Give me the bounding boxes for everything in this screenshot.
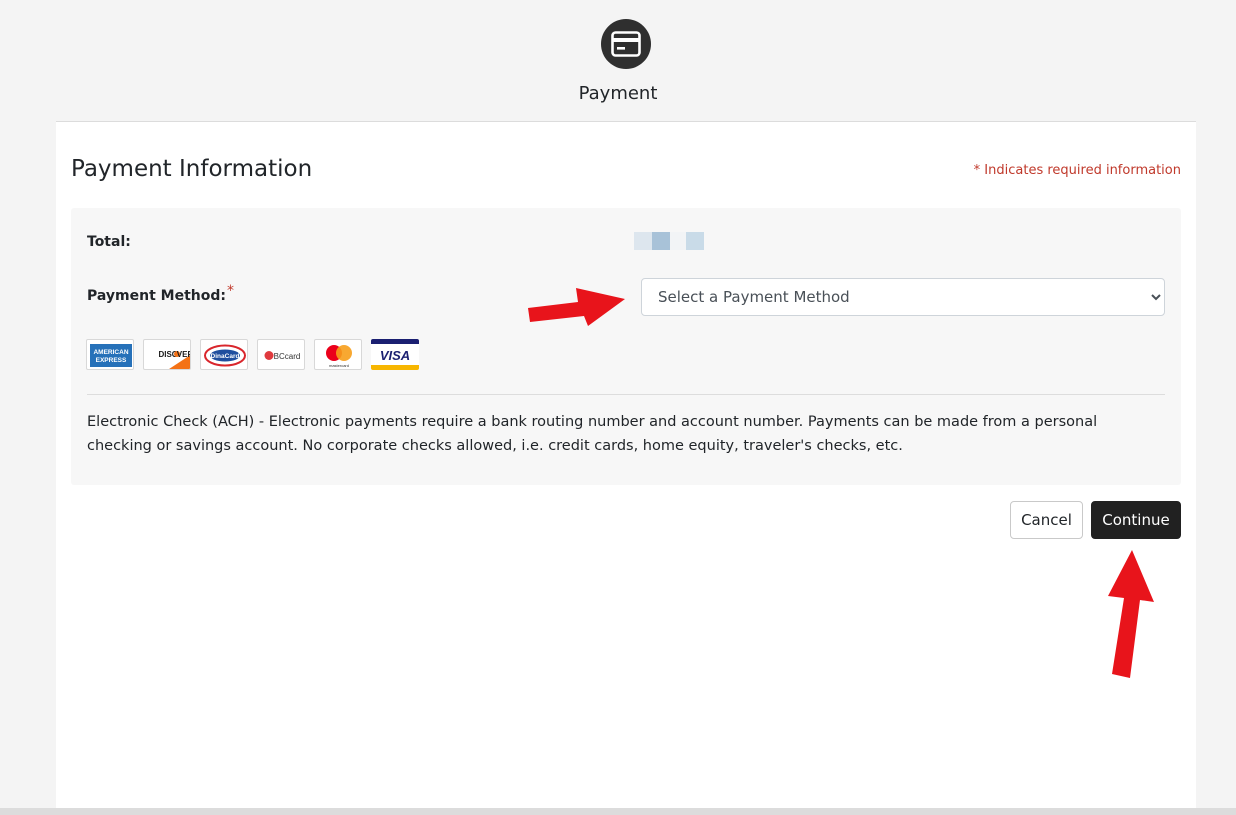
dinacard-logo: DinaCard	[200, 339, 248, 370]
credit-card-icon	[601, 19, 651, 69]
svg-text:BCcard: BCcard	[274, 352, 301, 361]
svg-text:DinaCard: DinaCard	[211, 353, 240, 360]
required-marker: *	[226, 283, 234, 299]
svg-text:AMERICAN: AMERICAN	[93, 349, 128, 356]
payment-card: Payment Information * Indicates required…	[56, 121, 1196, 812]
payment-panel: Total: Payment Method:* Select a Payment…	[71, 208, 1181, 485]
required-note: * Indicates required information	[973, 163, 1181, 178]
payment-method-label: Payment Method:*	[87, 283, 234, 304]
payment-method-label-text: Payment Method:	[87, 288, 226, 304]
bccard-logo: BCcard	[257, 339, 305, 370]
continue-button[interactable]: Continue	[1091, 501, 1181, 539]
annotation-arrow-right-icon	[528, 288, 625, 326]
american-express-logo: AMERICAN EXPRESS	[86, 339, 134, 370]
total-label: Total:	[87, 234, 131, 250]
ach-note: Electronic Check (ACH) - Electronic paym…	[87, 414, 1098, 454]
payment-method-select[interactable]: Select a Payment Method	[641, 278, 1165, 316]
cancel-button[interactable]: Cancel	[1010, 501, 1083, 539]
discover-logo: DISC VER	[143, 339, 191, 370]
step-label: Payment	[578, 83, 658, 104]
svg-text:VISA: VISA	[380, 348, 410, 363]
total-value-redacted	[634, 232, 706, 250]
svg-text:VER: VER	[177, 350, 191, 359]
bottom-bar	[0, 808, 1236, 815]
svg-text:EXPRESS: EXPRESS	[96, 357, 127, 364]
mastercard-logo: mastercard	[314, 339, 362, 370]
page-title: Payment Information	[71, 156, 313, 182]
step-header: Payment	[0, 0, 1236, 122]
annotation-arrow-up-icon	[1108, 550, 1154, 678]
svg-text:mastercard: mastercard	[329, 363, 349, 368]
divider	[87, 394, 1165, 395]
visa-logo: VISA	[371, 339, 419, 370]
